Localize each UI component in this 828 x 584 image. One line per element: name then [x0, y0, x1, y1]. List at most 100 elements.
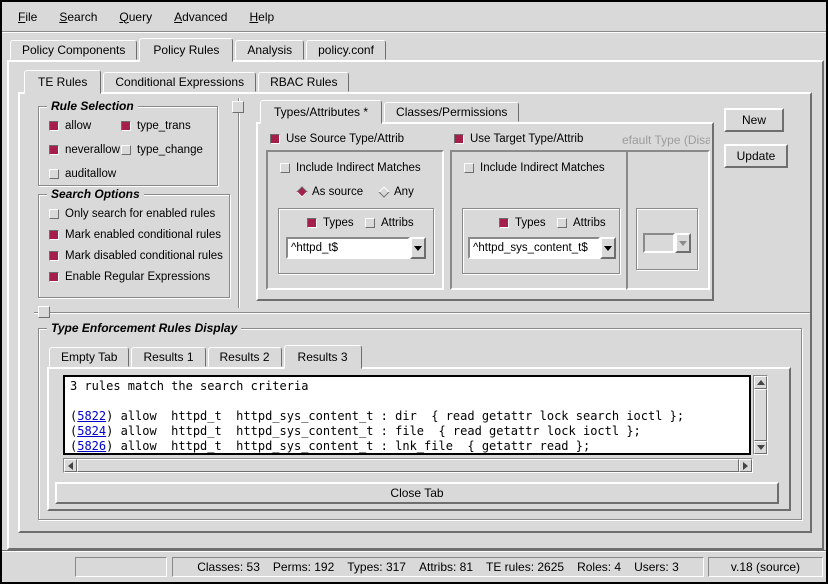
- checkbox-indicator: [464, 163, 474, 173]
- scrollbar-thumb[interactable]: [754, 389, 767, 441]
- apol-window: File Search Query Advanced Help Policy Compo…: [0, 0, 828, 584]
- scroll-right-button[interactable]: [739, 459, 752, 472]
- radio-indicator: [296, 186, 307, 197]
- checkbox-mark-enabled-conditional-rules[interactable]: Mark enabled conditional rules: [49, 229, 229, 241]
- checkbox-indicator: [280, 163, 290, 173]
- checkbox-enable-regular-expressions[interactable]: Enable Regular Expressions: [49, 271, 229, 283]
- scroll-left-button[interactable]: [64, 459, 77, 472]
- tab-te-rules[interactable]: TE Rules: [24, 70, 101, 94]
- checkbox-type-trans[interactable]: type_trans: [121, 120, 217, 132]
- rule-line: (5824) allow httpd_t httpd_sys_content_t…: [70, 424, 744, 439]
- checkbox-indicator: [49, 169, 59, 179]
- target-panel: Include Indirect Matches Types Attribs ^…: [450, 150, 628, 290]
- checkbox-neverallow[interactable]: neverallow: [49, 144, 115, 156]
- menu-query[interactable]: Query: [113, 8, 158, 26]
- checkbox-label: Types: [323, 217, 354, 229]
- checkbox-target-attribs[interactable]: Attribs: [557, 217, 606, 229]
- tab-policy-rules[interactable]: Policy Rules: [139, 38, 233, 62]
- tab-policy-components[interactable]: Policy Components: [10, 40, 137, 60]
- rule-link[interactable]: 5824: [77, 424, 106, 438]
- blank-line: [70, 394, 744, 409]
- checkbox-indicator: [270, 134, 280, 144]
- radio-as-source[interactable]: As source: [298, 186, 363, 198]
- checkbox-indicator: [365, 218, 375, 228]
- checkbox-source-attribs[interactable]: Attribs: [365, 217, 414, 229]
- search-options-checkboxes: Only search for enabled rules Mark enable…: [39, 195, 229, 283]
- tab-results-2[interactable]: Results 2: [208, 347, 282, 367]
- tab-rbac-rules[interactable]: RBAC Rules: [258, 72, 349, 92]
- combobox-dropdown-button[interactable]: [410, 237, 426, 259]
- horizontal-sash[interactable]: [34, 312, 810, 314]
- menu-search[interactable]: Search: [53, 8, 103, 26]
- checkbox-only-search-for-enabled-rules[interactable]: Only search for enabled rules: [49, 208, 229, 220]
- target-type-combobox[interactable]: ^httpd_sys_content_t$: [468, 237, 616, 259]
- scroll-up-button[interactable]: [754, 376, 767, 389]
- rule-line: (5822) allow httpd_t httpd_sys_content_t…: [70, 409, 744, 424]
- stat-roles: Roles: 4: [577, 560, 621, 574]
- stat-perms: Perms: 192: [273, 560, 334, 574]
- combobox-value[interactable]: ^httpd_t$: [286, 237, 410, 259]
- results-summary: 3 rules match the search criteria: [70, 379, 744, 394]
- arrow-right-icon: [743, 462, 752, 470]
- source-panel: Include Indirect Matches As source Any T…: [266, 150, 444, 290]
- checkbox-label: allow: [65, 120, 91, 132]
- tab-analysis[interactable]: Analysis: [235, 40, 304, 60]
- attr-tab-bar: Types/Attributes *Classes/Permissions: [260, 100, 521, 122]
- policy-version: v.18 (source): [708, 557, 823, 577]
- rule-link[interactable]: 5826: [77, 439, 106, 453]
- checkbox-label: Attribs: [381, 217, 414, 229]
- tab-results-1[interactable]: Results 1: [131, 347, 205, 367]
- checkbox-label: neverallow: [65, 144, 120, 156]
- default-type-box: [636, 208, 698, 270]
- policy-stats: Classes: 53Perms: 192Types: 317Attribs: …: [172, 557, 704, 577]
- arrow-left-icon: [64, 462, 73, 470]
- checkbox-source-indirect[interactable]: Include Indirect Matches: [280, 162, 421, 174]
- source-type-combobox[interactable]: ^httpd_t$: [286, 237, 426, 259]
- chevron-down-icon: [604, 246, 612, 255]
- menu-file[interactable]: File: [12, 8, 43, 26]
- checkbox-use-target-type[interactable]: Use Target Type/Attrib: [454, 133, 583, 145]
- results-horizontal-scrollbar[interactable]: [63, 458, 753, 473]
- checkbox-target-indirect[interactable]: Include Indirect Matches: [464, 162, 605, 174]
- results-text[interactable]: 3 rules match the search criteria (5822)…: [63, 375, 751, 455]
- results-vertical-scrollbar[interactable]: [753, 375, 768, 455]
- combobox-value[interactable]: ^httpd_sys_content_t$: [468, 237, 600, 259]
- checkbox-label: auditallow: [65, 168, 116, 180]
- horizontal-sash-handle[interactable]: [38, 306, 50, 318]
- radio-any[interactable]: Any: [380, 186, 414, 198]
- tab-results-3[interactable]: Results 3: [284, 345, 362, 369]
- checkbox-allow[interactable]: allow: [49, 120, 115, 132]
- checkbox-indicator: [49, 251, 59, 261]
- checkbox-target-types[interactable]: Types: [499, 217, 546, 229]
- checkbox-indicator: [49, 272, 59, 282]
- tab-conditional-expressions[interactable]: Conditional Expressions: [103, 72, 256, 92]
- new-button[interactable]: New: [724, 108, 784, 132]
- tab-empty-tab[interactable]: Empty Tab: [49, 347, 129, 367]
- checkbox-mark-disabled-conditional-rules[interactable]: Mark disabled conditional rules: [49, 250, 229, 262]
- combobox-dropdown-button[interactable]: [600, 237, 616, 259]
- rule-link[interactable]: 5822: [77, 409, 106, 423]
- checkbox-auditallow[interactable]: auditallow: [49, 168, 115, 180]
- stat-classes: Classes: 53: [197, 560, 260, 574]
- types-attributes-panel: Use Source Type/Attrib Include Indirect …: [256, 122, 714, 301]
- stat-attribs: Attribs: 81: [419, 560, 473, 574]
- scroll-down-button[interactable]: [754, 441, 767, 454]
- checkbox-source-types[interactable]: Types: [307, 217, 354, 229]
- checkbox-use-source-type[interactable]: Use Source Type/Attrib: [270, 133, 404, 145]
- search-options-title: Search Options: [47, 187, 144, 201]
- arrow-down-icon: [757, 445, 765, 454]
- menu-help[interactable]: Help: [243, 8, 280, 26]
- checkbox-type-change[interactable]: type_change: [121, 144, 217, 156]
- checkbox-indicator: [49, 145, 59, 155]
- vertical-sash-handle[interactable]: [232, 101, 244, 113]
- tab-policy-conf[interactable]: policy.conf: [306, 40, 386, 60]
- tab-classes-permissions[interactable]: Classes/Permissions: [384, 102, 519, 122]
- tab-types-attributes[interactable]: Types/Attributes *: [260, 100, 382, 124]
- results-tab-bar: Empty TabResults 1Results 2Results 3: [49, 344, 364, 367]
- close-tab-button[interactable]: Close Tab: [55, 482, 779, 504]
- vertical-sash[interactable]: [238, 98, 240, 308]
- menu-advanced[interactable]: Advanced: [168, 8, 233, 26]
- scrollbar-thumb[interactable]: [77, 459, 739, 472]
- update-button[interactable]: Update: [724, 144, 788, 168]
- rule-selection-title: Rule Selection: [47, 99, 138, 113]
